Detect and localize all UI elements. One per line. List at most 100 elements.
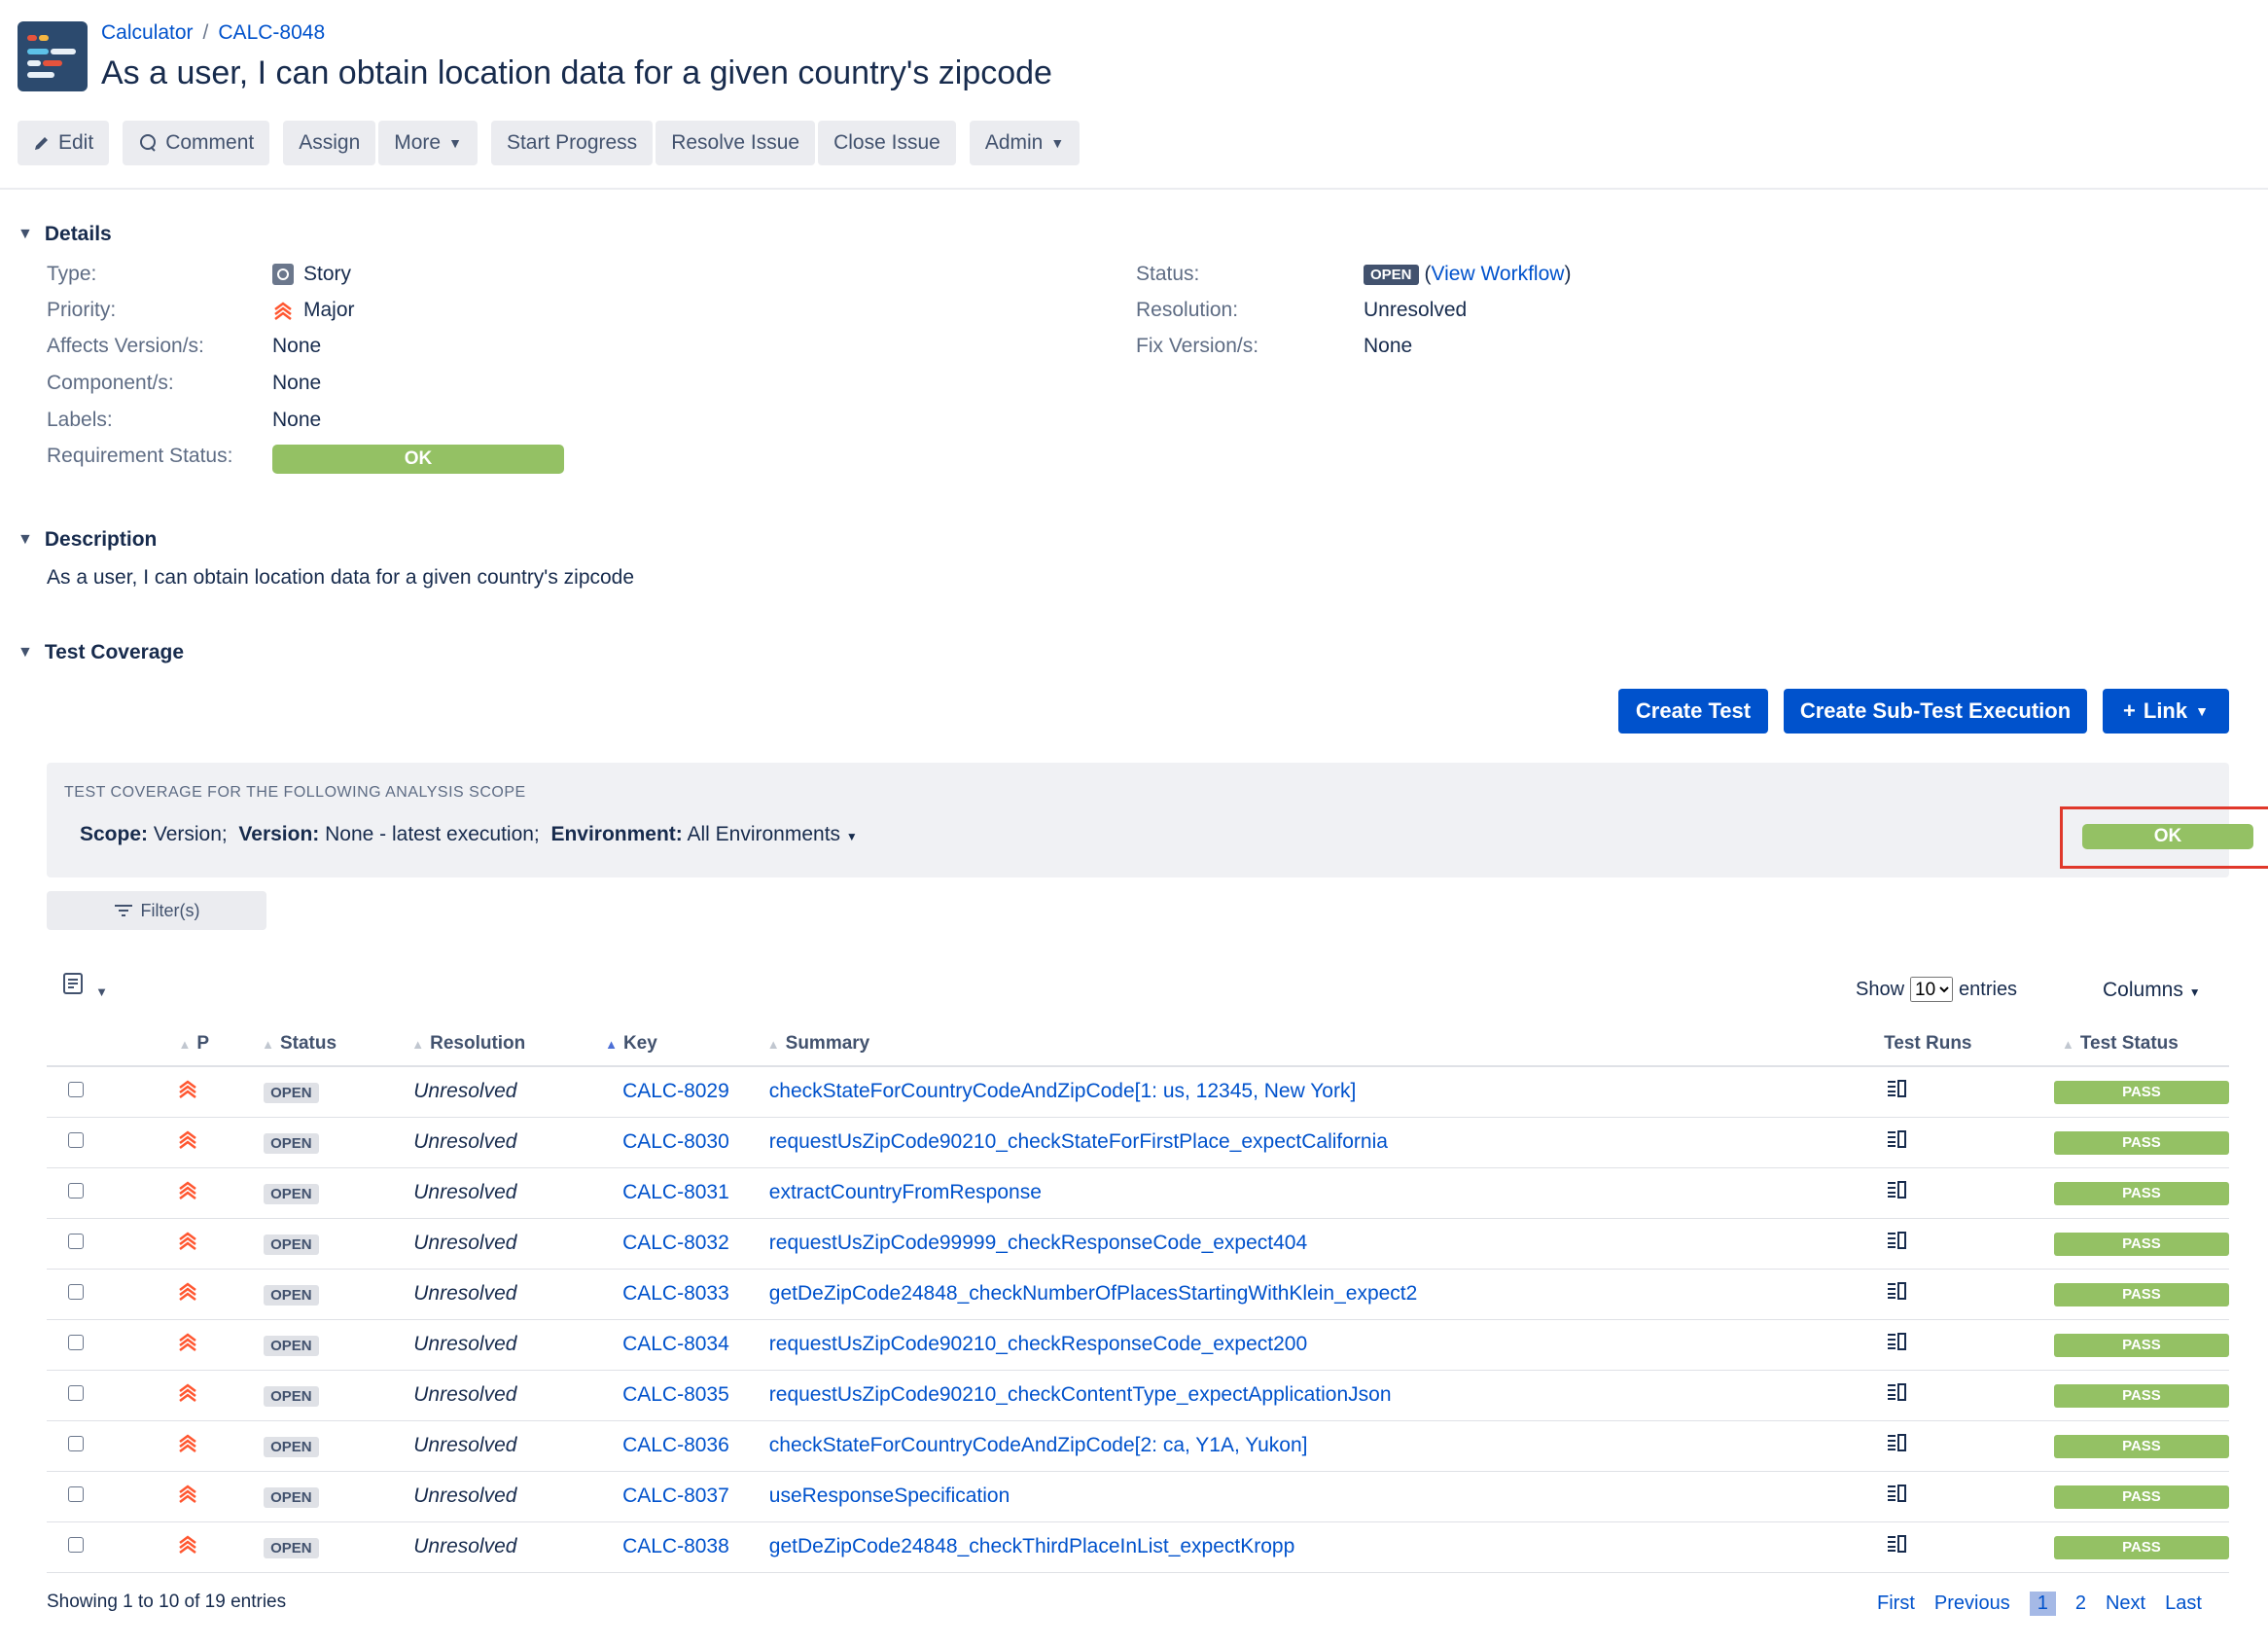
test-runs-icon[interactable] <box>1886 1231 1907 1250</box>
row-resolution-cell: Unresolved <box>357 1269 561 1320</box>
details-section-toggle[interactable]: ▼ Details <box>18 223 112 246</box>
row-checkbox[interactable] <box>68 1436 84 1451</box>
test-coverage-section-toggle[interactable]: ▼ Test Coverage <box>18 641 184 664</box>
column-header-status[interactable]: ▲ Status <box>209 1021 358 1067</box>
description-section-toggle[interactable]: ▼ Description <box>18 528 157 552</box>
column-header-p[interactable]: ▲ P <box>110 1021 210 1067</box>
row-checkbox[interactable] <box>68 1284 84 1300</box>
select-column-header <box>47 1021 111 1067</box>
issue-key-link[interactable]: CALC-8034 <box>622 1333 729 1355</box>
more-button[interactable]: More ▼ <box>378 121 478 165</box>
column-header-resolution[interactable]: ▲ Resolution <box>357 1021 561 1067</box>
table-row: OPEN Unresolved CALC-8033 getDeZipCode24… <box>47 1269 2229 1320</box>
test-runs-icon[interactable] <box>1886 1484 1907 1503</box>
summary-link[interactable]: getDeZipCode24848_checkThirdPlaceInList_… <box>769 1535 1295 1557</box>
pagination-previous[interactable]: Previous <box>1934 1592 2010 1615</box>
row-key-cell: CALC-8032 <box>560 1218 765 1270</box>
summary-link[interactable]: requestUsZipCode90210_checkContentType_e… <box>769 1383 1392 1406</box>
column-header-key[interactable]: ▲ Key <box>560 1021 765 1067</box>
entries-select[interactable]: 10 <box>1910 977 1954 1002</box>
summary-link[interactable]: getDeZipCode24848_checkNumberOfPlacesSta… <box>769 1282 1418 1305</box>
priority-major-icon <box>178 1434 196 1452</box>
row-checkbox[interactable] <box>68 1385 84 1401</box>
scope-value: Version; <box>153 823 228 845</box>
summary-link[interactable]: requestUsZipCode99999_checkResponseCode_… <box>769 1232 1307 1254</box>
row-priority-cell <box>110 1117 210 1168</box>
test-runs-icon[interactable] <box>1886 1332 1907 1351</box>
start-progress-button[interactable]: Start Progress <box>490 121 654 165</box>
resolve-issue-button[interactable]: Resolve Issue <box>656 121 816 165</box>
column-header-summary[interactable]: ▲ Summary <box>764 1021 1811 1067</box>
summary-link[interactable]: requestUsZipCode90210_checkResponseCode_… <box>769 1333 1307 1355</box>
test-coverage-table: ▲ P ▲ Status ▲ Resolution ▲ Key ▲ Summary Tes… <box>47 1021 2229 1573</box>
table-header-row: ▲ P ▲ Status ▲ Resolution ▲ Key ▲ Summary Tes… <box>47 1021 2229 1067</box>
issue-key-link[interactable]: CALC-8035 <box>622 1383 729 1406</box>
test-runs-icon[interactable] <box>1886 1281 1907 1301</box>
test-runs-icon[interactable] <box>1886 1180 1907 1199</box>
comment-button[interactable]: Comment <box>123 121 270 165</box>
row-key-cell: CALC-8030 <box>560 1117 765 1168</box>
issue-key-link[interactable]: CALC-8031 <box>622 1181 729 1203</box>
assign-button[interactable]: Assign <box>283 121 376 165</box>
test-runs-icon[interactable] <box>1886 1129 1907 1149</box>
issue-key-link[interactable]: CALC-8037 <box>622 1485 729 1507</box>
issue-key-link[interactable]: CALC-8029 <box>622 1080 729 1102</box>
project-avatar-icon[interactable] <box>18 21 88 91</box>
row-checkbox[interactable] <box>68 1234 84 1249</box>
pagination-page-1[interactable]: 1 <box>2029 1592 2056 1616</box>
column-picker-button[interactable]: ▼ <box>62 971 108 1002</box>
test-runs-icon[interactable] <box>1886 1433 1907 1452</box>
summary-link[interactable]: useResponseSpecification <box>769 1485 1010 1507</box>
summary-link[interactable]: checkStateForCountryCodeAndZipCode[1: us… <box>769 1080 1357 1102</box>
issue-key-link[interactable]: CALC-8032 <box>622 1232 729 1254</box>
table-row: OPEN Unresolved CALC-8030 requestUsZipCo… <box>47 1117 2229 1168</box>
filter-button[interactable]: Filter(s) <box>47 891 266 930</box>
breadcrumb-issue-link[interactable]: CALC-8048 <box>218 21 325 45</box>
version-label: Version: <box>238 823 320 845</box>
edit-button[interactable]: Edit <box>18 121 110 165</box>
row-checkbox[interactable] <box>68 1335 84 1350</box>
create-test-button[interactable]: Create Test <box>1618 689 1768 734</box>
issue-key-link[interactable]: CALC-8038 <box>622 1535 729 1557</box>
summary-link[interactable]: extractCountryFromResponse <box>769 1181 1042 1203</box>
row-key-cell: CALC-8035 <box>560 1370 765 1421</box>
test-runs-icon[interactable] <box>1886 1382 1907 1402</box>
row-checkbox[interactable] <box>68 1486 84 1502</box>
issue-key-link[interactable]: CALC-8036 <box>622 1434 729 1456</box>
row-checkbox[interactable] <box>68 1132 84 1148</box>
pagination-next[interactable]: Next <box>2106 1592 2145 1615</box>
status-badge: OPEN <box>264 1487 319 1508</box>
chevron-down-icon: ▼ <box>1050 135 1065 151</box>
table-row: OPEN Unresolved CALC-8029 checkStateForC… <box>47 1066 2229 1118</box>
issue-key-link[interactable]: CALC-8030 <box>622 1130 729 1153</box>
admin-button[interactable]: Admin ▼ <box>969 121 1081 165</box>
row-resolution-cell: Unresolved <box>357 1066 561 1118</box>
pagination-last[interactable]: Last <box>2165 1592 2202 1615</box>
environment-label: Environment: <box>550 823 683 845</box>
row-checkbox[interactable] <box>68 1537 84 1553</box>
link-button[interactable]: + Link ▼ <box>2103 689 2229 734</box>
breadcrumb-project-link[interactable]: Calculator <box>101 21 194 45</box>
table-row: OPEN Unresolved CALC-8035 requestUsZipCo… <box>47 1370 2229 1421</box>
row-checkbox[interactable] <box>68 1082 84 1098</box>
test-runs-icon[interactable] <box>1886 1079 1907 1098</box>
environment-dropdown[interactable]: All Environments ▼ <box>687 823 857 845</box>
row-summary-cell: getDeZipCode24848_checkThirdPlaceInList_… <box>764 1521 1811 1573</box>
create-sub-test-execution-button[interactable]: Create Sub-Test Execution <box>1784 689 2087 734</box>
view-workflow-link[interactable]: View Workflow <box>1432 263 1565 286</box>
issue-key-link[interactable]: CALC-8033 <box>622 1282 729 1305</box>
column-header-test-status[interactable]: ▲ Test Status <box>1983 1021 2229 1067</box>
pagination-page-2[interactable]: 2 <box>2075 1592 2086 1615</box>
columns-dropdown[interactable]: Columns ▼ <box>2103 979 2201 1002</box>
labels-label: Labels: <box>47 409 113 431</box>
test-runs-icon[interactable] <box>1886 1534 1907 1554</box>
row-checkbox[interactable] <box>68 1183 84 1199</box>
show-label: Show <box>1856 978 1905 1000</box>
fix-version-value: None <box>1364 335 1413 357</box>
summary-link[interactable]: checkStateForCountryCodeAndZipCode[2: ca… <box>769 1434 1308 1456</box>
close-issue-button[interactable]: Close Issue <box>818 121 956 165</box>
sort-icon: ▲ <box>178 1036 192 1052</box>
pagination-first[interactable]: First <box>1877 1592 1915 1615</box>
status-badge: OPEN <box>1364 264 1419 285</box>
summary-link[interactable]: requestUsZipCode90210_checkStateForFirst… <box>769 1130 1388 1153</box>
